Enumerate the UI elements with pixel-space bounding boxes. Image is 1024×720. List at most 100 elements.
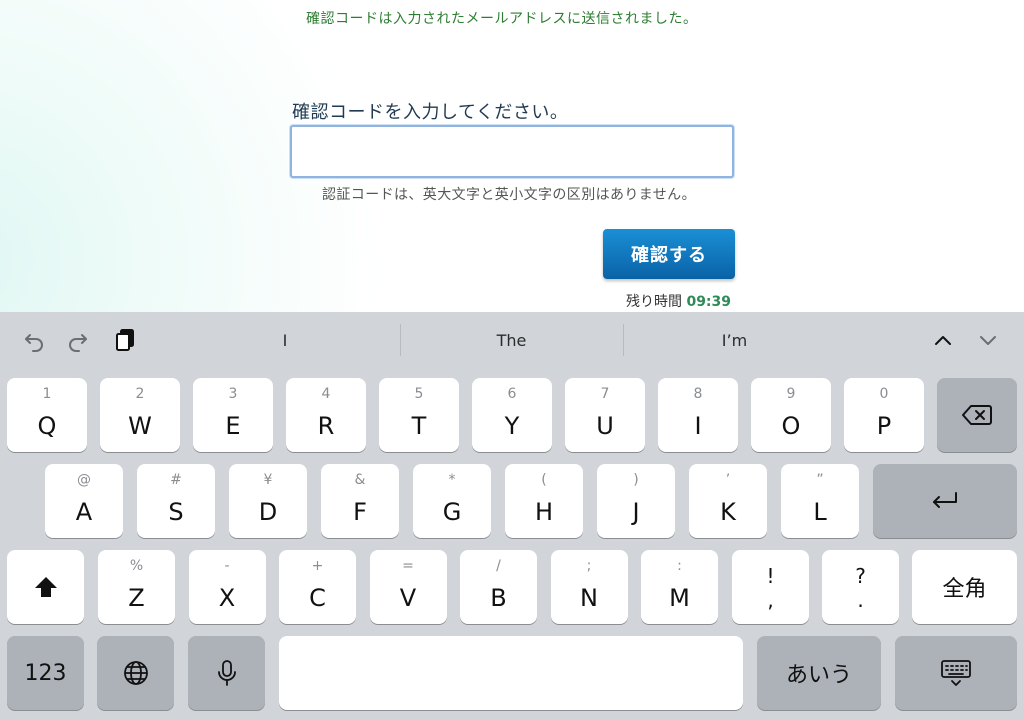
keyboard-dismiss-key[interactable] [895, 636, 1017, 710]
key-o[interactable]: 9O [751, 378, 831, 452]
dictation-key[interactable] [188, 636, 265, 710]
key-top-char: ! [766, 564, 775, 588]
suggestion-1[interactable]: I [170, 328, 400, 354]
key-label: F [353, 498, 367, 526]
globe-icon [123, 661, 148, 685]
key-p[interactable]: 0P [844, 378, 924, 452]
key-hint: ¥ [263, 472, 273, 488]
key-e[interactable]: 3E [193, 378, 273, 452]
key-label: O [781, 412, 801, 440]
key-hint: 7 [600, 386, 610, 402]
key-hint: # [170, 472, 182, 488]
key-hint: / [496, 558, 501, 574]
key-hint: * [448, 472, 456, 488]
key-label: B [490, 584, 507, 612]
key-label: N [580, 584, 598, 612]
key-label: W [128, 412, 152, 440]
keyboard-dismiss-icon [941, 660, 971, 686]
key-t[interactable]: 5T [379, 378, 459, 452]
key-top-char: ? [855, 564, 866, 588]
key-label: H [534, 498, 554, 526]
key-hint: 8 [693, 386, 703, 402]
key-d[interactable]: ¥ D [229, 464, 307, 538]
exclaim-comma-key[interactable]: ! , [732, 550, 809, 624]
key-h[interactable]: (H [505, 464, 583, 538]
suggestion-2[interactable]: The [400, 328, 623, 354]
key-label: T [411, 412, 427, 440]
shift-icon [34, 577, 57, 597]
chevron-up-icon[interactable] [931, 328, 955, 352]
timer: 残り時間 09:39 [626, 291, 731, 311]
shift-key[interactable] [7, 550, 84, 624]
undo-icon[interactable] [22, 328, 46, 352]
key-label: K [720, 498, 736, 526]
key-c[interactable]: + C [279, 550, 356, 624]
key-label: U [596, 412, 614, 440]
timer-label: 残り時間 [626, 294, 682, 310]
on-screen-keyboard: I The I’m 1Q2W3E4R5T6Y7U8I9O0P @ A # S ¥ D & F *… [0, 312, 1024, 720]
key-q[interactable]: 1Q [7, 378, 87, 452]
question-period-key[interactable]: ? . [822, 550, 899, 624]
key-hint: & [354, 472, 366, 488]
numbers-key[interactable]: 123 [7, 636, 84, 710]
key-n[interactable]: ; N [550, 550, 628, 624]
fullwidth-key[interactable]: 全角 [912, 550, 1017, 624]
return-icon [933, 492, 957, 508]
chevron-down-icon[interactable] [976, 328, 1000, 352]
key-l[interactable]: ” L [781, 464, 859, 538]
suggestion-3[interactable]: I’m [623, 328, 846, 354]
kana-label: あいう [785, 663, 852, 688]
key-label: M [669, 584, 690, 612]
key-label: D [258, 498, 278, 526]
key-hint: ) [633, 472, 639, 488]
key-s[interactable]: # S [137, 464, 215, 538]
key-hint: ( [541, 472, 547, 488]
key-b[interactable]: / B [460, 550, 537, 624]
key-x[interactable]: -X [188, 550, 266, 624]
delete-key[interactable] [937, 378, 1017, 452]
key-u[interactable]: 7U [565, 378, 645, 452]
key-y[interactable]: 6Y [472, 378, 552, 452]
return-key[interactable] [873, 464, 1017, 538]
key-label: I [694, 412, 702, 440]
key-label: P [876, 412, 892, 440]
kana-key[interactable]: あいう [757, 636, 881, 710]
key-i[interactable]: 8I [658, 378, 738, 452]
key-f[interactable]: & F [321, 464, 399, 538]
key-label: R [317, 412, 335, 440]
key-hint: 3 [228, 386, 238, 402]
key-hint: 4 [321, 386, 331, 402]
redo-icon[interactable] [66, 328, 90, 352]
key-label: L [813, 498, 827, 526]
key-hint: ; [586, 558, 592, 574]
verification-code-input[interactable] [290, 125, 734, 178]
key-label: G [442, 498, 462, 526]
key-label: C [309, 584, 326, 612]
key-label: V [399, 584, 417, 612]
paste-icon[interactable] [113, 328, 137, 352]
key-hint: 9 [786, 386, 796, 402]
timer-value: 09:39 [686, 294, 732, 310]
key-hint: ” [816, 472, 824, 488]
key-a[interactable]: @ A [45, 464, 123, 538]
delete-icon [962, 405, 992, 425]
web-page: 確認コードは入力されたメールアドレスに送信されました。 確認コードを入力してくだ… [0, 0, 1024, 312]
key-v[interactable]: = V [369, 550, 447, 624]
confirm-button[interactable]: 確認する [603, 229, 735, 279]
key-k[interactable]: ’ K [689, 464, 767, 538]
key-w[interactable]: 2W [100, 378, 180, 452]
suggestion-bar: I The I’m [0, 312, 1024, 368]
space-key[interactable] [279, 636, 743, 710]
key-label: X [218, 584, 236, 612]
key-hint: @ [77, 472, 91, 488]
key-g[interactable]: * G [413, 464, 491, 538]
key-hint: % [129, 558, 144, 574]
key-r[interactable]: 4R [286, 378, 366, 452]
case-note: 認証コードは、英大文字と英小文字の区別はありません。 [322, 187, 696, 203]
key-m[interactable]: :M [641, 550, 718, 624]
key-label: Z [128, 584, 145, 612]
key-z[interactable]: % Z [98, 550, 175, 624]
globe-key[interactable] [97, 636, 174, 710]
key-j[interactable]: ) J [597, 464, 675, 538]
key-label: S [168, 498, 184, 526]
